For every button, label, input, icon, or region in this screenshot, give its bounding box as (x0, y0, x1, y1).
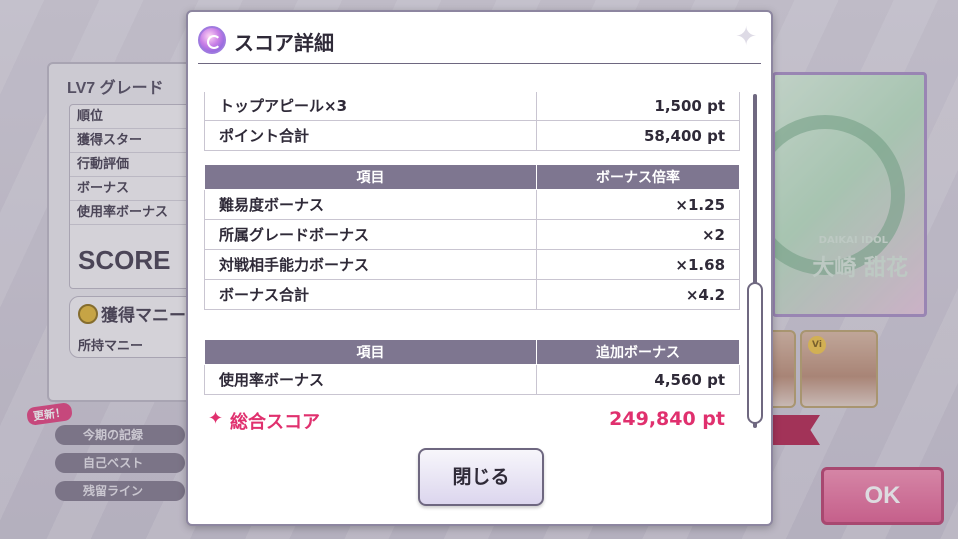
sparkle-icon: ✦ (735, 22, 757, 52)
row-value: 4,560 pt (536, 364, 740, 395)
total-score-label: 総合スコア (230, 412, 320, 432)
table-header-row: 項目 ボーナス倍率 (204, 164, 740, 190)
star-icon: ✦ (208, 408, 224, 429)
header-divider (198, 63, 761, 64)
table-row: ボーナス合計 ×4.2 (204, 279, 740, 310)
table-row: 使用率ボーナス 4,560 pt (204, 364, 740, 395)
row-label: 対戦相手能力ボーナス (204, 249, 537, 280)
row-value: 58,400 pt (536, 120, 740, 151)
column-header: ボーナス倍率 (536, 164, 740, 190)
row-label: トップアピール×3 (204, 92, 537, 121)
bonus-multiplier-table: 項目 ボーナス倍率 難易度ボーナス ×1.25 所属グレードボーナス ×2 対戦… (204, 164, 740, 310)
column-header: 項目 (204, 339, 537, 365)
column-header: 追加ボーナス (536, 339, 740, 365)
score-detail-modal: スコア詳細 ✦ トップアピール×3 1,500 pt ポイント合計 58,400… (186, 10, 773, 526)
table-row: 難易度ボーナス ×1.25 (204, 189, 740, 220)
table-row: 対戦相手能力ボーナス ×1.68 (204, 249, 740, 280)
extra-bonus-table: 項目 追加ボーナス 使用率ボーナス 4,560 pt (204, 339, 740, 395)
modal-header: スコア詳細 ✦ (188, 12, 771, 68)
close-button[interactable]: 閉じる (418, 448, 544, 506)
table-row: ポイント合計 58,400 pt (204, 120, 740, 151)
total-score-value: 249,840 pt (609, 408, 725, 430)
row-value: ×1.68 (536, 249, 740, 280)
score-detail-scroll-area[interactable]: トップアピール×3 1,500 pt ポイント合計 58,400 pt 項目 ボ… (204, 92, 740, 432)
table-row: トップアピール×3 1,500 pt (204, 92, 740, 121)
score-badge-icon (198, 26, 226, 54)
table-row: 所属グレードボーナス ×2 (204, 219, 740, 250)
points-table: トップアピール×3 1,500 pt ポイント合計 58,400 pt (204, 92, 740, 151)
column-header: 項目 (204, 164, 537, 190)
row-value: 1,500 pt (536, 92, 740, 121)
scrollbar-thumb[interactable] (747, 282, 763, 424)
row-value: ×1.25 (536, 189, 740, 220)
row-value: ×2 (536, 219, 740, 250)
row-label: 所属グレードボーナス (204, 219, 537, 250)
row-label: ボーナス合計 (204, 279, 537, 310)
table-header-row: 項目 追加ボーナス (204, 339, 740, 365)
row-label: ポイント合計 (204, 120, 537, 151)
row-label: 使用率ボーナス (204, 364, 537, 395)
row-label: 難易度ボーナス (204, 189, 537, 220)
row-value: ×4.2 (536, 279, 740, 310)
total-score-row: ✦ 総合スコア 249,840 pt (208, 406, 735, 432)
modal-title: スコア詳細 (234, 31, 334, 55)
